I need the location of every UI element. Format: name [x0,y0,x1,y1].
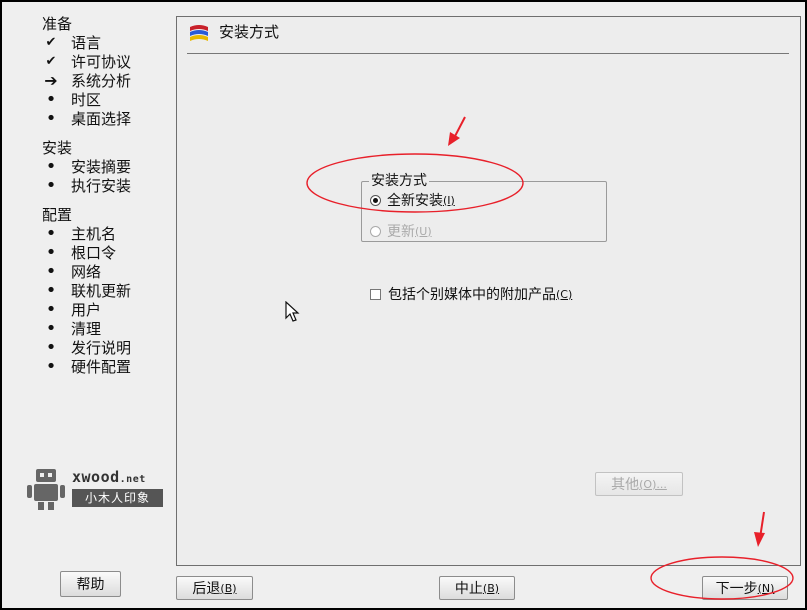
back-button[interactable]: 后退 (B) [176,576,253,600]
bullet-icon: • [45,318,57,339]
abort-button[interactable]: 中止 (B) [439,576,515,600]
button-label: 中止 [454,581,483,597]
step-label: 主机名 [71,225,117,243]
installer-window: 准备 ✔ 语言 ✔ 许可协议 ➔ 系统分析 • 时区 • 桌面选择 安装 • 安装摘要 • 执… [2,2,805,608]
step-license: ✔ 许可协议 [42,53,131,71]
logo-subtitle: 小木人印象 [72,489,163,507]
step-label: 安装摘要 [71,158,132,176]
step-label: 硬件配置 [71,358,132,376]
addon-products-checkbox[interactable]: 包括个别媒体中的附加产品 (C) [370,284,572,304]
mnemonic-label: (U) [415,224,432,238]
bullet-icon: • [45,223,57,244]
mnemonic-label: (B) [220,581,237,595]
mnemonic-label: (I) [443,193,455,207]
mnemonic-label: (C) [556,287,573,301]
step-system-analysis: ➔ 系统分析 [42,71,132,91]
step-label: 网络 [71,263,102,281]
radio-new-install[interactable]: 全新安装 (I) [370,190,455,210]
step-root-password: • 根口令 [42,242,117,263]
step-release-notes: • 发行说明 [42,337,132,358]
button-label: 下一步 [715,581,758,597]
checkmark-icon: ✔ [45,35,57,50]
radio-update[interactable]: 更新 (U) [370,221,432,241]
bullet-icon: • [45,261,57,282]
step-hostname: • 主机名 [42,223,117,244]
button-label: 后退 [192,581,221,597]
logo-brand: xwood.net [72,468,146,486]
watermark-logo: xwood.net 小木人印象 [24,467,164,511]
next-button[interactable]: 下一步 (N) [702,576,788,600]
mouse-cursor-icon [285,301,300,322]
radio-button[interactable] [370,194,381,206]
mnemonic-label: (N) [757,581,775,595]
bullet-icon: • [45,175,57,196]
checkmark-icon: ✔ [45,54,57,69]
radio-button[interactable] [370,225,381,237]
step-label: 清理 [71,320,102,338]
install-mode-group: 安装方式 全新安装 (I) 更新 (U) [361,172,607,242]
radio-label: 更新 [387,224,415,240]
step-desktop: • 桌面选择 [42,108,132,129]
robot-logo-icon [27,469,65,510]
title-divider [187,53,789,54]
step-label: 联机更新 [71,282,132,300]
section-title-install: 安装 [42,139,73,157]
section-title-config: 配置 [42,206,73,224]
step-language: ✔ 语言 [42,34,101,52]
bullet-icon: • [45,337,57,358]
bullet-icon: • [45,156,57,177]
group-legend: 安装方式 [369,172,429,190]
section-title-prepare: 准备 [42,15,73,33]
bullet-icon: • [45,299,57,320]
step-label: 系统分析 [71,72,132,90]
step-label: 执行安装 [71,177,132,195]
other-button[interactable]: 其他 (O)... [595,472,683,496]
mnemonic-label: (O)... [639,477,667,491]
mnemonic-label: (B) [482,581,500,595]
step-label: 根口令 [71,244,117,262]
checkbox-box[interactable] [370,288,381,300]
step-online-update: • 联机更新 [42,280,132,301]
checkbox-label: 包括个别媒体中的附加产品 [388,287,556,303]
main-panel: 安装方式 安装方式 全新安装 (I) 更新 (U) 包括个别媒体中的附加产品 (C) … [176,16,801,566]
installation-mode-icon [190,25,208,41]
step-label: 语言 [71,34,102,52]
step-network: • 网络 [42,261,102,282]
arrow-right-icon: ➔ [44,71,58,90]
step-perform-install: • 执行安装 [42,175,132,196]
step-timezone: • 时区 [42,89,102,110]
step-label: 桌面选择 [71,110,132,128]
radio-label: 全新安装 [387,193,443,209]
bullet-icon: • [45,280,57,301]
step-label: 用户 [71,301,102,319]
step-install-summary: • 安装摘要 [42,156,132,177]
button-label: 帮助 [76,577,105,593]
bullet-icon: • [45,89,57,110]
step-label: 时区 [71,91,102,109]
bullet-icon: • [45,356,57,377]
step-label: 发行说明 [71,339,132,357]
bullet-icon: • [45,242,57,263]
step-label: 许可协议 [71,53,132,71]
help-button[interactable]: 帮助 [60,571,121,597]
bullet-icon: • [45,108,57,129]
sidebar: 准备 ✔ 语言 ✔ 许可协议 ➔ 系统分析 • 时区 • 桌面选择 安装 • 安装摘要 • 执… [2,2,174,562]
button-label: 其他 [611,477,640,493]
step-users: • 用户 [42,299,102,320]
step-hardware-config: • 硬件配置 [42,356,132,377]
page-title: 安装方式 [219,23,280,41]
step-cleanup: • 清理 [42,318,102,339]
